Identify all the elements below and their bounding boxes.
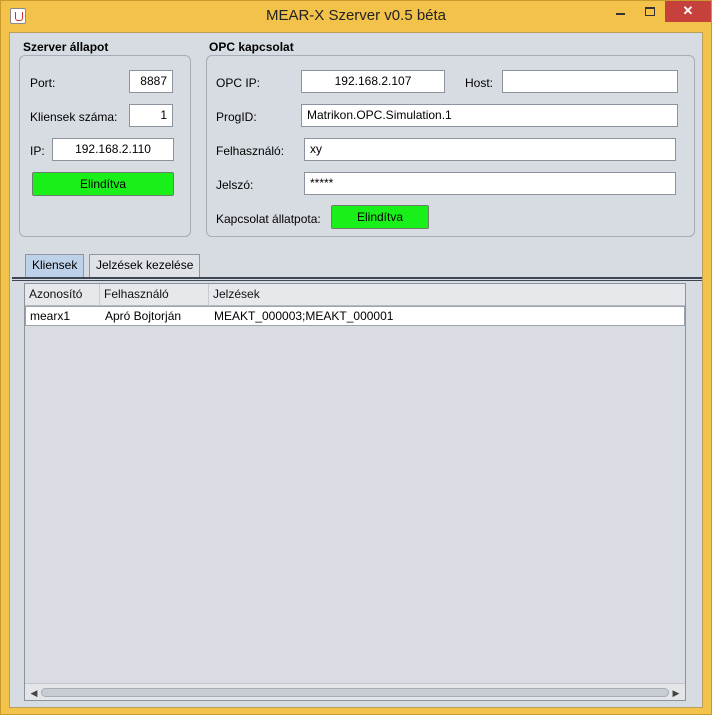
maximize-icon — [645, 7, 655, 16]
port-label: Port: — [30, 76, 56, 90]
server-status-group: Port: 8887 Kliensek száma: 1 IP: 192.168… — [19, 55, 191, 237]
scroll-right-icon[interactable]: ▶ — [670, 687, 682, 699]
table-row[interactable]: mearx1 Apró Bojtorján MEAKT_000003;MEAKT… — [25, 306, 685, 326]
tab-divider-secondary — [12, 280, 702, 281]
ip-label: IP: — [30, 144, 45, 158]
tab-divider — [12, 277, 702, 279]
server-ip-field[interactable]: 192.168.2.110 — [52, 138, 174, 161]
opc-ip-field[interactable]: 192.168.2.107 — [301, 70, 445, 93]
opc-connection-title: OPC kapcsolat — [209, 40, 294, 54]
progid-field[interactable]: Matrikon.OPC.Simulation.1 — [301, 104, 678, 127]
close-button[interactable]: ✕ — [665, 1, 711, 22]
minimize-button[interactable] — [605, 1, 635, 22]
column-header-id[interactable]: Azonosító — [25, 284, 100, 305]
horizontal-scrollbar[interactable]: ◀ ▶ — [25, 683, 685, 700]
username-field[interactable]: xy — [304, 138, 676, 161]
title-bar[interactable]: MEAR-X Szerver v0.5 béta ✕ — [1, 1, 711, 31]
tab-signal-handling[interactable]: Jelzések kezelése — [89, 254, 201, 277]
username-label: Felhasználó: — [216, 144, 285, 158]
client-area: Szerver állapot Port: 8887 Kliensek szám… — [9, 32, 703, 708]
cell-id: mearx1 — [30, 309, 71, 323]
progid-label: ProgID: — [216, 110, 257, 124]
column-header-user[interactable]: Felhasználó — [100, 284, 209, 305]
cell-signals: MEAKT_000003;MEAKT_000001 — [214, 309, 394, 323]
clients-table: Azonosító Felhasználó Jelzések mearx1 Ap… — [24, 283, 686, 701]
server-status-title: Szerver állapot — [23, 40, 109, 54]
connection-status-label: Kapcsolat állatpota: — [216, 212, 321, 226]
scroll-left-icon[interactable]: ◀ — [28, 687, 40, 699]
host-label: Host: — [465, 76, 494, 90]
tab-clients[interactable]: Kliensek — [25, 254, 85, 277]
column-header-signals[interactable]: Jelzések — [209, 284, 685, 305]
server-status-button[interactable]: Elindítva — [32, 172, 174, 196]
minimize-icon — [616, 13, 625, 15]
clients-count-label: Kliensek száma: — [30, 110, 118, 124]
scrollbar-thumb[interactable] — [41, 688, 669, 697]
opc-ip-label: OPC IP: — [216, 76, 261, 90]
opc-connection-group: OPC IP: 192.168.2.107 Host: ProgID: Matr… — [206, 55, 695, 237]
app-window: MEAR-X Szerver v0.5 béta ✕ Szerver állap… — [0, 0, 712, 715]
table-header: Azonosító Felhasználó Jelzések — [25, 284, 685, 306]
close-icon: ✕ — [682, 3, 694, 18]
maximize-button[interactable] — [635, 1, 665, 22]
clients-count-field[interactable]: 1 — [129, 104, 173, 127]
port-field[interactable]: 8887 — [129, 70, 173, 93]
cell-user: Apró Bojtorján — [105, 309, 182, 323]
host-field[interactable] — [502, 70, 678, 93]
password-field[interactable]: ***** — [304, 172, 676, 195]
connection-status-button[interactable]: Elindítva — [331, 205, 429, 229]
password-label: Jelszó: — [216, 178, 254, 192]
